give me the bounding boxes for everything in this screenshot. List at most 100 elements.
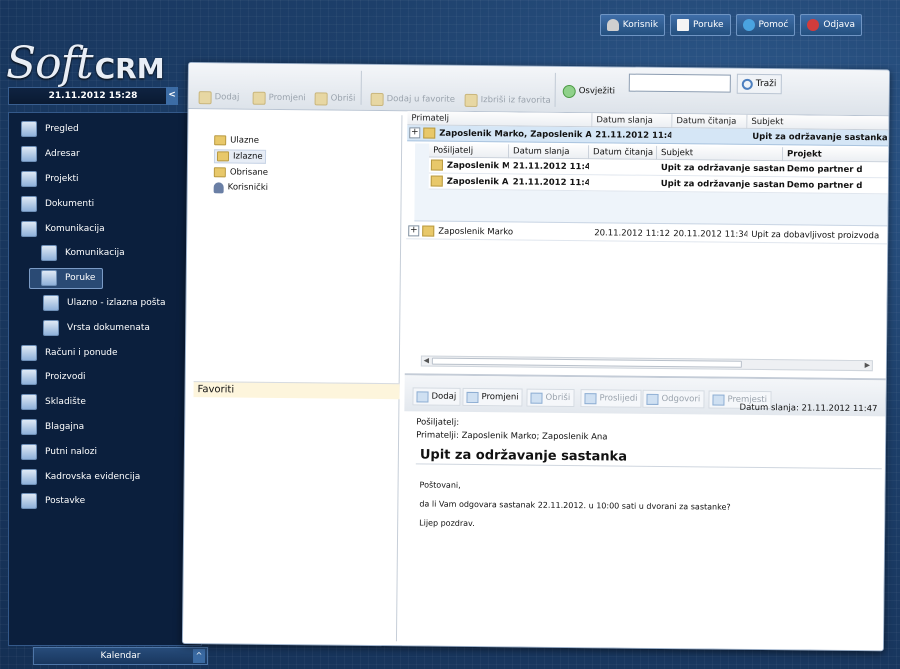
expand-up-icon[interactable]: ^	[193, 649, 205, 663]
products-icon	[21, 369, 37, 386]
scroll-right-icon[interactable]: ▶	[863, 361, 872, 370]
add-icon	[198, 90, 212, 104]
add-favorite-button[interactable]: Dodaj u favorite	[370, 89, 456, 110]
table-row[interactable]: + Zaposlenik Marko 20.11.2012 11:12 20.1…	[406, 223, 890, 245]
preview-edit-button[interactable]: Promjeni	[462, 387, 523, 407]
favorites-bar[interactable]: Favoriti	[193, 381, 400, 400]
nav-item-vrsta-dokumenata[interactable]: Vrsta dokumenata	[9, 315, 201, 340]
nav-item-postavke[interactable]: Postavke	[9, 489, 201, 514]
col-datum-slanja[interactable]: Datum slanja	[592, 113, 673, 129]
message-body: Poštovani, da li Vam odgovara sastanak 2…	[413, 463, 882, 649]
folder-obrisane[interactable]: Obrisane	[213, 165, 268, 180]
refresh-icon	[562, 84, 576, 98]
reply-icon	[646, 393, 659, 405]
cash-register-icon	[21, 418, 37, 435]
message-subject: Upit za održavanje sastanka	[419, 447, 628, 465]
horizontal-scrollbar[interactable]: ◀ ▶	[420, 355, 873, 372]
scroll-left-icon[interactable]: ◀	[422, 356, 431, 365]
message-icon	[422, 225, 435, 237]
nav-item-poruke[interactable]: Poruke	[9, 266, 201, 291]
nav-item-dokumenti[interactable]: Dokumenti	[9, 191, 201, 216]
folder-pane: Ulazne Izlazne Obrisane Korisnički Favor…	[190, 113, 403, 642]
message-preview: Dodaj Promjeni Obriši Proslijedi Odgovor…	[401, 373, 888, 652]
add-message-icon	[416, 390, 429, 403]
search-button[interactable]: Traži	[736, 73, 782, 95]
calendar-bar[interactable]: Kalendar ^	[33, 647, 208, 665]
info-icon	[742, 19, 755, 31]
nav-item-kadrovska[interactable]: Kadrovska evidencija	[9, 464, 201, 489]
nav-item-blagajna[interactable]: Blagajna	[9, 415, 201, 440]
forward-icon	[584, 392, 597, 404]
outbox-folder-icon	[216, 151, 230, 162]
delete-icon	[314, 91, 328, 105]
edit-icon	[252, 91, 266, 105]
scroll-thumb[interactable]	[431, 357, 742, 368]
datetime-label: 21.11.2012 15:28	[48, 91, 138, 101]
expand-row-icon[interactable]: +	[409, 127, 421, 139]
hr-records-icon	[21, 468, 37, 485]
nav-item-komunikacija-sub[interactable]: Komunikacija	[9, 241, 201, 266]
add-button[interactable]: Dodaj	[198, 87, 240, 107]
warehouse-icon	[21, 394, 37, 411]
top-button-bar: Korisnik Poruke Pomoć Odjava	[599, 14, 862, 36]
expand-row-icon[interactable]: +	[408, 225, 420, 237]
mail-inout-icon	[43, 294, 59, 311]
sidebar-nav: Pregled Adresar Projekti Dokumenti Komun…	[8, 112, 202, 646]
search-input[interactable]	[628, 73, 731, 93]
delete-message-icon	[530, 392, 543, 404]
remove-favorite-button[interactable]: Izbriši iz favorita	[464, 90, 551, 111]
logo-soft: Soft	[6, 38, 94, 89]
delete-button[interactable]: Obriši	[314, 88, 356, 108]
search-icon	[741, 78, 753, 90]
datetime-bar: 21.11.2012 15:28 <	[8, 87, 178, 105]
folder-izlazne[interactable]: Izlazne	[213, 149, 266, 164]
help-button[interactable]: Pomoć	[735, 14, 796, 36]
document-type-icon	[43, 319, 59, 336]
sub-grid: Pošiljatelj Datum slanja Datum čitanja S…	[414, 143, 890, 227]
forward-button[interactable]: Proslijedi	[580, 389, 642, 408]
preview-add-button[interactable]: Dodaj	[412, 387, 461, 406]
collapse-arrow-icon[interactable]: <	[166, 87, 178, 105]
message-icon	[423, 127, 436, 139]
folder-ulazne[interactable]: Ulazne	[214, 133, 259, 147]
reply-button[interactable]: Odgovori	[642, 389, 705, 409]
move-icon	[712, 394, 725, 406]
nav-item-projekti[interactable]: Projekti	[9, 167, 201, 192]
col-datum-citanja[interactable]: Datum čitanja	[672, 114, 748, 129]
preview-delete-button[interactable]: Obriši	[526, 388, 575, 408]
refresh-button[interactable]: Osvježiti	[562, 81, 615, 102]
address-book-icon	[21, 146, 37, 163]
nav-item-racuni[interactable]: Računi i ponude	[9, 340, 201, 365]
user-button[interactable]: Korisnik	[599, 14, 666, 36]
nav-item-putni-nalozi[interactable]: Putni nalozi	[9, 439, 201, 464]
documents-icon	[21, 195, 37, 212]
envelope-icon	[41, 270, 57, 287]
nav-item-skladiste[interactable]: Skladište	[9, 390, 201, 415]
communication-sub-icon	[41, 245, 57, 262]
app-logo: SoftCRM	[6, 38, 165, 89]
table-row[interactable]: Zaposlenik Ana 21.11.2012 11:47 Upit za …	[428, 173, 890, 195]
messages-button[interactable]: Poruke	[670, 14, 731, 36]
recipients-line: Primatelji: Zaposlenik Marko; Zaposlenik…	[416, 430, 608, 443]
logout-button[interactable]: Odjava	[800, 14, 862, 36]
sent-date: Datum slanja: 21.11.2012 11:47	[739, 402, 878, 415]
message-grid: Primatelj Datum slanja Datum čitanja Sub…	[404, 111, 890, 379]
nav-item-adresar[interactable]: Adresar	[9, 142, 201, 167]
user-folder-icon	[213, 181, 224, 193]
main-panel: Dodaj Promjeni Obriši Dodaj u favorite I…	[181, 62, 890, 652]
nav-item-ulazno-izlazna[interactable]: Ulazno - izlazna pošta	[9, 291, 201, 316]
message-icon	[430, 159, 443, 171]
user-icon	[606, 19, 619, 31]
col-subjekt[interactable]: Subjekt	[747, 114, 890, 131]
preview-toolbar: Dodaj Promjeni Obriši Proslijedi Odgovor…	[404, 375, 888, 417]
invoices-icon	[21, 344, 37, 361]
settings-icon	[21, 493, 37, 510]
edit-message-icon	[466, 391, 479, 403]
nav-item-proizvodi[interactable]: Proizvodi	[9, 365, 201, 390]
nav-item-pregled[interactable]: Pregled	[9, 117, 201, 142]
message-icon	[430, 175, 443, 187]
folder-korisnicki[interactable]: Korisnički	[213, 180, 268, 195]
edit-button[interactable]: Promjeni	[252, 88, 306, 109]
nav-item-komunikacija[interactable]: Komunikacija	[9, 216, 201, 241]
communication-icon	[21, 220, 37, 237]
